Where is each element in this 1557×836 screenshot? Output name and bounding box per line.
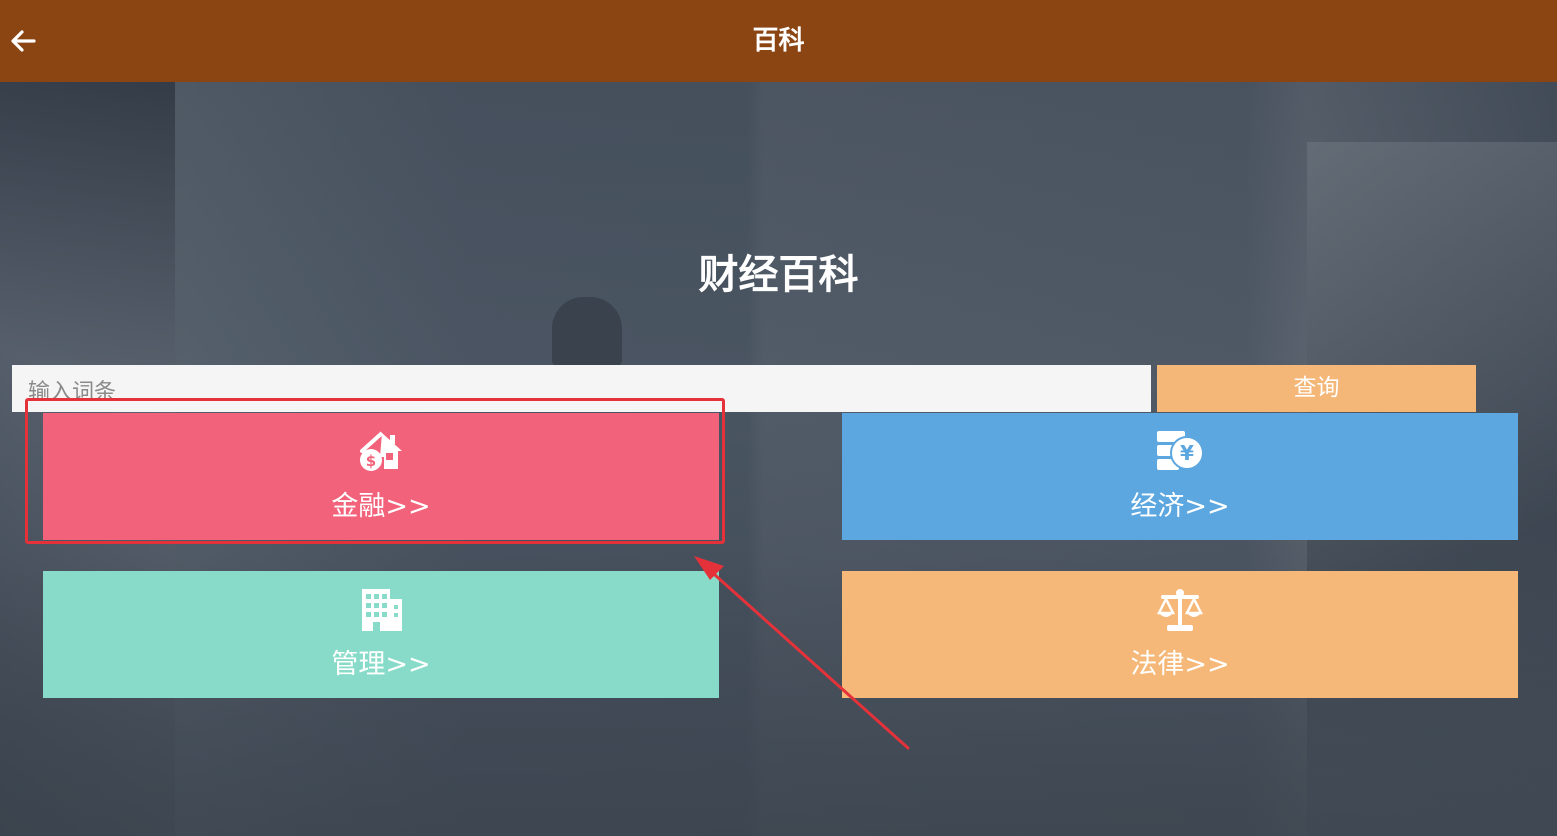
category-tile-law[interactable]: 法律>> — [842, 571, 1518, 698]
page-title: 财经百科 — [698, 252, 859, 298]
house-dollar-icon: $ — [360, 431, 402, 471]
category-label: 管理>> — [331, 649, 431, 680]
app-header: 百科 — [0, 0, 1557, 82]
category-label: 金融>> — [331, 491, 431, 522]
category-tile-economy[interactable]: ¥ 经济>> — [842, 413, 1518, 540]
category-tile-finance[interactable]: $ 金融>> — [43, 413, 719, 540]
header-title: 百科 — [752, 26, 805, 56]
building-icon — [362, 589, 402, 631]
svg-text:¥: ¥ — [1180, 441, 1194, 465]
category-tile-management[interactable]: 管理>> — [43, 571, 719, 698]
back-button[interactable] — [6, 24, 40, 58]
arrow-left-icon — [11, 30, 36, 52]
scale-icon — [1156, 589, 1204, 631]
yuan-coins-icon: ¥ — [1157, 431, 1204, 470]
search-input[interactable] — [12, 365, 1151, 412]
category-label: 法律>> — [1130, 649, 1230, 680]
category-label: 经济>> — [1130, 491, 1230, 522]
svg-text:$: $ — [366, 452, 376, 470]
search-button[interactable]: 查询 — [1157, 365, 1476, 412]
page: 百科 财经百科 查询 $ 金融>> ¥ 经济>> — [0, 0, 1557, 836]
